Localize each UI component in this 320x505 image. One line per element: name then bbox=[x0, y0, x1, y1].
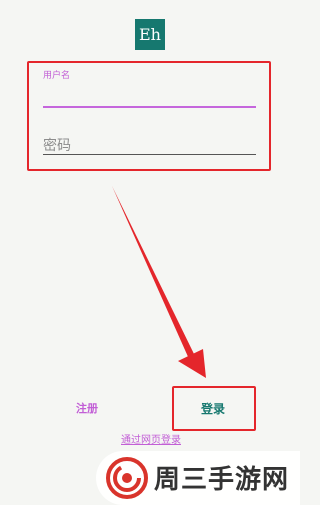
login-button[interactable]: 登录 bbox=[184, 398, 242, 420]
arrow-shaft bbox=[112, 186, 195, 359]
watermark-text: 周三手游网 bbox=[154, 465, 290, 495]
spiral-logo-icon bbox=[106, 457, 148, 499]
register-button[interactable]: 注册 bbox=[66, 398, 108, 420]
web-login-link[interactable]: 通过网页登录 bbox=[108, 433, 194, 449]
watermark: 周三手游网 bbox=[96, 451, 300, 505]
